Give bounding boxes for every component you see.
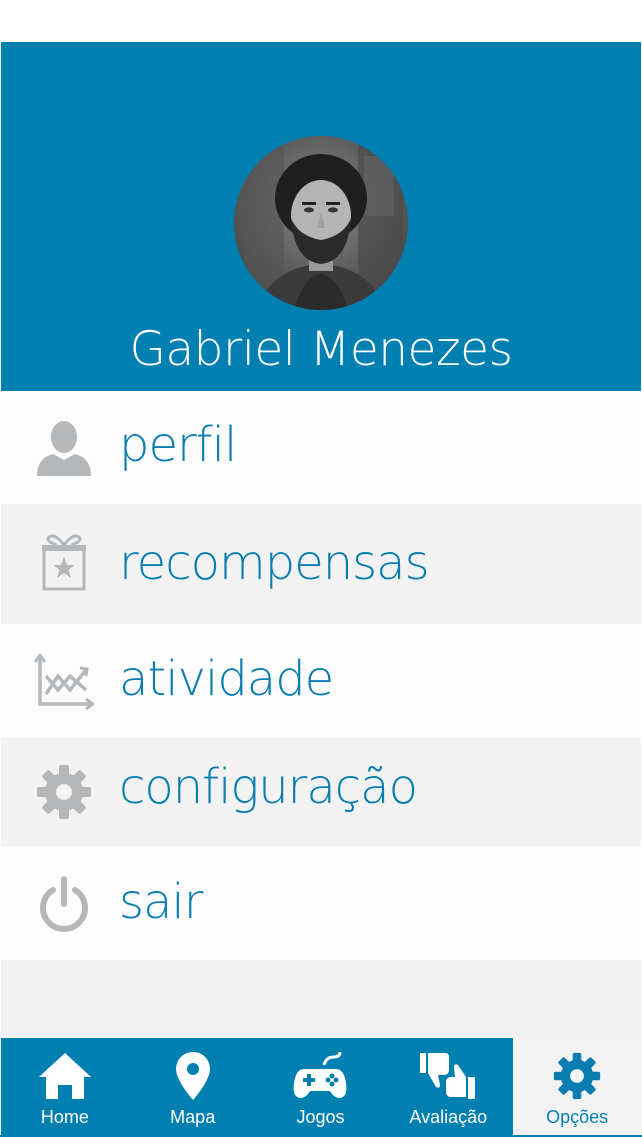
menu-item-recompensas[interactable]: recompensas xyxy=(1,504,641,624)
menu-empty-area xyxy=(1,960,641,1038)
thumbs-up-down-icon xyxy=(418,1046,478,1106)
home-icon xyxy=(37,1046,93,1106)
menu-item-configuracao[interactable]: configuração xyxy=(1,738,641,846)
app-screen: Gabriel Menezes perfil recompensas ativi… xyxy=(0,0,642,1137)
menu-item-sair[interactable]: sair xyxy=(1,846,641,960)
status-bar-area xyxy=(0,0,642,42)
menu-label-recompensas: recompensas xyxy=(119,535,430,591)
avatar[interactable] xyxy=(234,136,408,310)
tab-label-avaliacao: Avaliação xyxy=(409,1107,488,1127)
gear-icon xyxy=(34,762,94,822)
profile-header: Gabriel Menezes xyxy=(1,42,641,391)
tab-opcoes[interactable]: Opções xyxy=(512,1038,641,1135)
power-icon xyxy=(34,875,94,935)
gift-star-icon xyxy=(34,532,94,592)
options-menu: perfil recompensas atividade configuraçã… xyxy=(1,391,641,960)
tab-label-jogos: Jogos xyxy=(296,1107,345,1127)
tab-label-home: Home xyxy=(40,1107,89,1127)
bottom-tab-bar: Home Mapa Jogos Avaliação Opções xyxy=(1,1038,641,1135)
map-pin-icon xyxy=(175,1046,211,1106)
tab-mapa[interactable]: Mapa xyxy=(129,1038,257,1135)
menu-label-configuracao: configuração xyxy=(119,759,418,815)
menu-label-atividade: atividade xyxy=(119,651,334,707)
person-icon xyxy=(34,418,94,478)
menu-label-perfil: perfil xyxy=(119,417,237,473)
menu-item-atividade[interactable]: atividade xyxy=(1,624,641,738)
tab-label-mapa: Mapa xyxy=(170,1107,216,1127)
activity-chart-icon xyxy=(34,652,94,712)
menu-label-sair: sair xyxy=(119,874,203,930)
menu-item-perfil[interactable]: perfil xyxy=(1,391,641,504)
tab-avaliacao[interactable]: Avaliação xyxy=(384,1038,512,1135)
user-name: Gabriel Menezes xyxy=(129,322,513,377)
gear-icon xyxy=(553,1046,601,1106)
tab-home[interactable]: Home xyxy=(1,1038,129,1135)
gamepad-icon xyxy=(292,1046,348,1106)
tab-jogos[interactable]: Jogos xyxy=(257,1038,385,1135)
tab-label-opcoes: Opções xyxy=(546,1107,609,1127)
